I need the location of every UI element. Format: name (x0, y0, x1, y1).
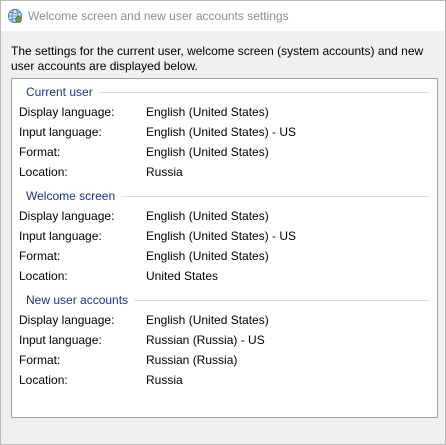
setting-value: English (United States) (146, 313, 269, 327)
setting-value: English (United States) (146, 209, 269, 223)
setting-row: Location: United States (19, 269, 429, 285)
setting-value: English (United States) (146, 249, 269, 263)
setting-value: English (United States) - US (146, 125, 297, 139)
setting-label: Location: (19, 165, 68, 179)
setting-row: Input language: Russian (Russia) - US (19, 333, 429, 349)
setting-row: Format: English (United States) (19, 249, 429, 265)
setting-row: Location: Russia (19, 165, 429, 181)
setting-value: English (United States) (146, 105, 269, 119)
setting-label: Format: (19, 353, 61, 367)
dialog-body: The settings for the current user, welco… (1, 31, 445, 444)
setting-label: Display language: (19, 209, 115, 223)
setting-row: Display language: English (United States… (19, 313, 429, 329)
setting-row: Format: English (United States) (19, 145, 429, 161)
group-heading: Welcome screen (26, 189, 122, 203)
setting-value: United States (146, 269, 219, 283)
setting-row: Display language: English (United States… (19, 209, 429, 225)
window-title: Welcome screen and new user accounts set… (28, 9, 289, 23)
setting-value: Russia (146, 373, 183, 387)
setting-value: Russian (Russia) (146, 353, 238, 367)
setting-row: Display language: English (United States… (19, 105, 429, 121)
setting-value: Russian (Russia) - US (146, 333, 265, 347)
group-heading: Current user (26, 85, 99, 99)
setting-label: Display language: (19, 105, 115, 119)
setting-label: Display language: (19, 313, 115, 327)
setting-label: Format: (19, 249, 61, 263)
setting-label: Input language: (19, 333, 102, 347)
setting-value: Russia (146, 165, 183, 179)
setting-row: Format: Russian (Russia) (19, 353, 429, 369)
setting-label: Location: (19, 373, 68, 387)
globe-settings-icon (8, 9, 22, 23)
setting-row: Location: Russia (19, 373, 429, 389)
group-heading: New user accounts (26, 293, 135, 307)
setting-value: English (United States) (146, 145, 269, 159)
setting-label: Location: (19, 269, 68, 283)
setting-row: Input language: English (United States) … (19, 125, 429, 141)
setting-label: Input language: (19, 229, 102, 243)
settings-dialog: Welcome screen and new user accounts set… (0, 0, 446, 445)
setting-label: Format: (19, 145, 61, 159)
title-bar[interactable]: Welcome screen and new user accounts set… (1, 1, 445, 31)
setting-row: Input language: English (United States) … (19, 229, 429, 245)
setting-label: Input language: (19, 125, 102, 139)
setting-value: English (United States) - US (146, 229, 297, 243)
settings-panel: Current user Display language: English (… (11, 78, 438, 418)
description-text: The settings for the current user, welco… (11, 44, 424, 73)
